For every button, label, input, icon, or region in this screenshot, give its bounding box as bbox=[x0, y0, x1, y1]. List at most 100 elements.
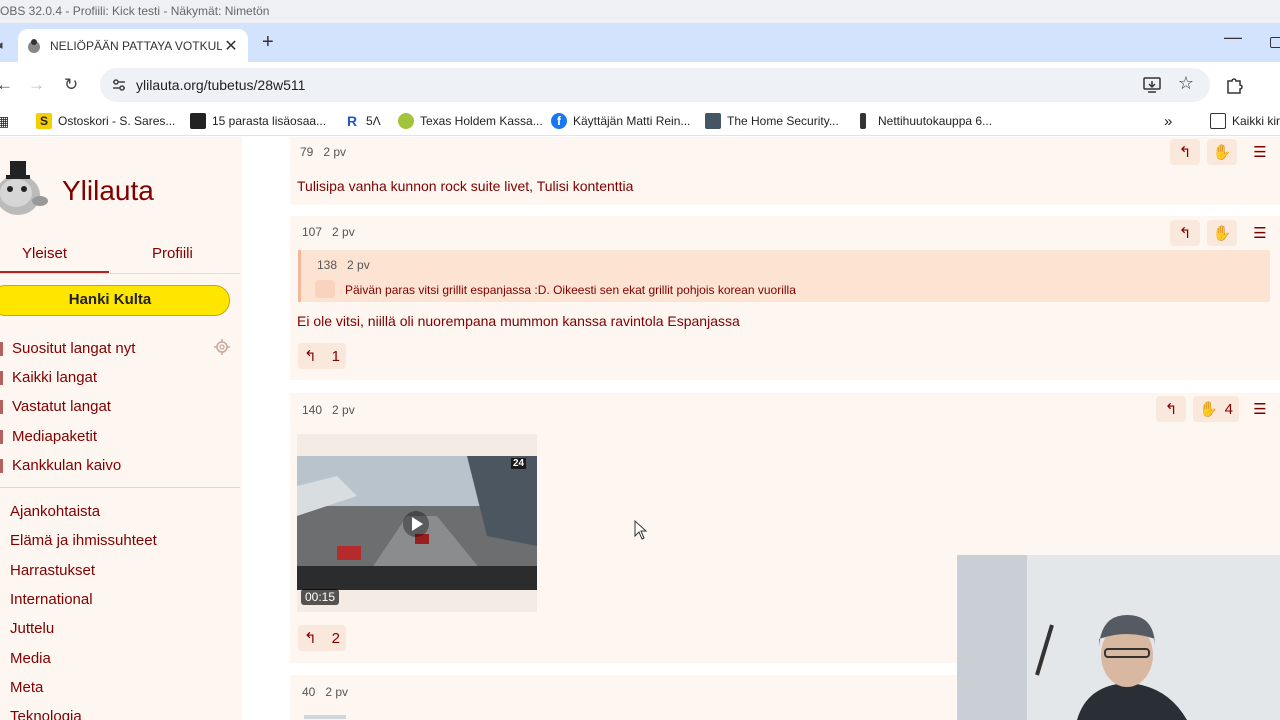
gear-icon[interactable] bbox=[213, 338, 231, 356]
replies-button[interactable]: ↰ 2 bbox=[298, 625, 346, 651]
r-icon: R bbox=[346, 113, 358, 129]
bookmark-item[interactable]: 15 parasta lisäosaa... bbox=[190, 113, 326, 129]
post-menu-button[interactable]: ☰ bbox=[1245, 139, 1275, 165]
forward-icon[interactable]: → bbox=[28, 75, 45, 95]
quote-meta: 138 2 pv bbox=[317, 258, 370, 272]
sidebar-item-popular[interactable]: Suositut langat nyt bbox=[12, 340, 135, 357]
like-button[interactable]: ✋ bbox=[1207, 139, 1237, 165]
bookmark-item[interactable]: Texas Holdem Kassa... bbox=[398, 113, 543, 129]
apps-grid-icon[interactable]: ▦ bbox=[0, 113, 9, 130]
reply-icon: ↰ bbox=[1178, 144, 1192, 161]
video-thumbnail[interactable]: 24 bbox=[297, 456, 537, 590]
sidebar-item-kankkulan-kaivo[interactable]: Kankkulan kaivo bbox=[12, 457, 121, 474]
minimize-icon[interactable]: — bbox=[1224, 27, 1242, 48]
back-icon[interactable]: ← bbox=[0, 75, 13, 95]
address-bar[interactable]: ylilauta.org/tubetus/28w511 ☆ bbox=[100, 68, 1210, 102]
webcam-person-image bbox=[957, 555, 1280, 720]
sidebar-board-teknologia[interactable]: Teknologia bbox=[10, 708, 82, 720]
hand-icon: ✋ bbox=[1212, 225, 1232, 242]
link-marker-icon bbox=[0, 459, 3, 473]
bookmark-label: 5Λ bbox=[366, 114, 381, 128]
post-age: 2 pv bbox=[332, 225, 355, 239]
hand-icon: ✋ bbox=[1212, 144, 1232, 161]
close-tab-icon[interactable]: ✕ bbox=[222, 36, 240, 56]
reply-button[interactable]: ↰ bbox=[1170, 220, 1200, 246]
install-app-icon[interactable] bbox=[1142, 75, 1162, 95]
sidebar-board-juttelu[interactable]: Juttelu bbox=[10, 620, 54, 637]
sidebar-item-replied[interactable]: Vastatut langat bbox=[12, 398, 111, 415]
facebook-icon: f bbox=[551, 113, 567, 129]
tab-search-icon[interactable]: ◂ bbox=[0, 37, 3, 53]
reload-icon[interactable]: ↻ bbox=[64, 75, 78, 95]
quote-id[interactable]: 138 bbox=[317, 258, 337, 272]
site-icon bbox=[705, 113, 721, 129]
bookmark-label: Käyttäjän Matti Rein... bbox=[573, 114, 691, 128]
link-marker-icon bbox=[0, 371, 3, 385]
all-bookmarks-folder[interactable]: Kaikki kir bbox=[1210, 113, 1280, 129]
reply-count: 2 bbox=[331, 629, 340, 647]
reply-button[interactable]: ↰ bbox=[1156, 396, 1186, 422]
video-attachment[interactable]: 24 00:15 bbox=[297, 434, 537, 612]
tab-yleiset[interactable]: Yleiset bbox=[22, 245, 67, 262]
tab-divider bbox=[0, 273, 240, 274]
replies-button[interactable]: ↰ 1 bbox=[298, 343, 346, 369]
sidebar-item-media-packs[interactable]: Mediapaketit bbox=[12, 428, 97, 445]
site-info-icon[interactable] bbox=[110, 76, 128, 94]
bookmark-item[interactable]: f Käyttäjän Matti Rein... bbox=[551, 113, 690, 129]
folder-icon bbox=[1210, 113, 1226, 129]
post-id[interactable]: 79 bbox=[300, 145, 313, 159]
bookmark-star-icon[interactable]: ☆ bbox=[1178, 73, 1194, 94]
link-marker-icon bbox=[0, 342, 3, 356]
reply-icon: ↰ bbox=[1178, 225, 1192, 242]
more-bookmarks-icon[interactable]: » bbox=[1164, 113, 1172, 130]
quoted-post[interactable]: 138 2 pv Päivän paras vitsi grillit espan… bbox=[298, 250, 1270, 302]
post-meta: 40 2 pv bbox=[302, 685, 348, 699]
hammer-icon bbox=[860, 113, 866, 129]
like-button[interactable]: ✋ bbox=[1207, 220, 1237, 246]
bookmark-item[interactable]: S Ostoskori - S. Sares... bbox=[36, 113, 175, 129]
post-id[interactable]: 107 bbox=[302, 225, 322, 239]
webcam-overlay bbox=[957, 555, 1280, 720]
play-icon[interactable] bbox=[402, 510, 430, 538]
new-tab-icon[interactable]: + bbox=[262, 31, 274, 54]
attachment-thumbnail[interactable] bbox=[304, 715, 346, 719]
bookmarks-bar: ▦ S Ostoskori - S. Sares... 15 parasta l… bbox=[0, 108, 1280, 136]
get-gold-button[interactable]: Hanki Kulta bbox=[0, 285, 230, 316]
like-button[interactable]: ✋ 4 bbox=[1193, 396, 1239, 422]
browser-tab-active[interactable]: NELIÖPÄÄN PATTAYA VOTKULI... ✕ bbox=[18, 29, 248, 62]
sidebar-board-international[interactable]: International bbox=[10, 591, 93, 608]
sidebar-board-meta[interactable]: Meta bbox=[10, 679, 43, 696]
post-id[interactable]: 40 bbox=[302, 685, 315, 699]
address-toolbar: ← → ↻ ylilauta.org/tubetus/28w511 ☆ bbox=[0, 62, 1280, 108]
bookmark-item[interactable]: R 5Λ bbox=[344, 113, 381, 129]
s-icon: S bbox=[36, 113, 52, 129]
reply-icon: ↰ bbox=[1164, 401, 1178, 418]
sidebar-board-harrastukset[interactable]: Harrastukset bbox=[10, 562, 95, 579]
hand-icon: ✋ bbox=[1199, 401, 1218, 418]
bookmark-item[interactable]: The Home Security... bbox=[705, 113, 839, 129]
post: 107 2 pv ↰ ✋ ☰ 138 2 pv Päivän paras vitsi… bbox=[290, 216, 1280, 380]
sidebar-board-media[interactable]: Media bbox=[10, 650, 51, 667]
menu-icon: ☰ bbox=[1253, 225, 1267, 242]
extensions-icon[interactable] bbox=[1224, 75, 1244, 95]
bookmark-item[interactable]: Nettihuutokauppa 6... bbox=[860, 113, 992, 129]
reply-icon: ↰ bbox=[304, 348, 317, 365]
mouse-cursor-icon bbox=[634, 520, 648, 540]
post-meta: 79 2 pv bbox=[300, 145, 346, 159]
link-marker-icon bbox=[0, 430, 3, 444]
sidebar-board-ajankohtaista[interactable]: Ajankohtaista bbox=[10, 503, 100, 520]
sidebar-board-elama[interactable]: Elämä ja ihmissuhteet bbox=[10, 532, 157, 549]
ylilauta-logo-icon[interactable] bbox=[0, 155, 50, 219]
reply-button[interactable]: ↰ bbox=[1170, 139, 1200, 165]
post-meta: 107 2 pv bbox=[302, 225, 355, 239]
sidebar-item-all-threads[interactable]: Kaikki langat bbox=[12, 369, 97, 386]
post-menu-button[interactable]: ☰ bbox=[1245, 396, 1275, 422]
browser-tab-bar: ◂ NELIÖPÄÄN PATTAYA VOTKULI... ✕ + — bbox=[0, 23, 1280, 62]
post-menu-button[interactable]: ☰ bbox=[1245, 220, 1275, 246]
post-id[interactable]: 140 bbox=[302, 403, 322, 417]
tab-profiili[interactable]: Profiili bbox=[152, 245, 193, 262]
site-name[interactable]: Ylilauta bbox=[62, 175, 154, 207]
tab-title: NELIÖPÄÄN PATTAYA VOTKULI... bbox=[50, 38, 222, 53]
sidebar-divider bbox=[0, 487, 240, 488]
maximize-icon[interactable] bbox=[1270, 37, 1280, 48]
